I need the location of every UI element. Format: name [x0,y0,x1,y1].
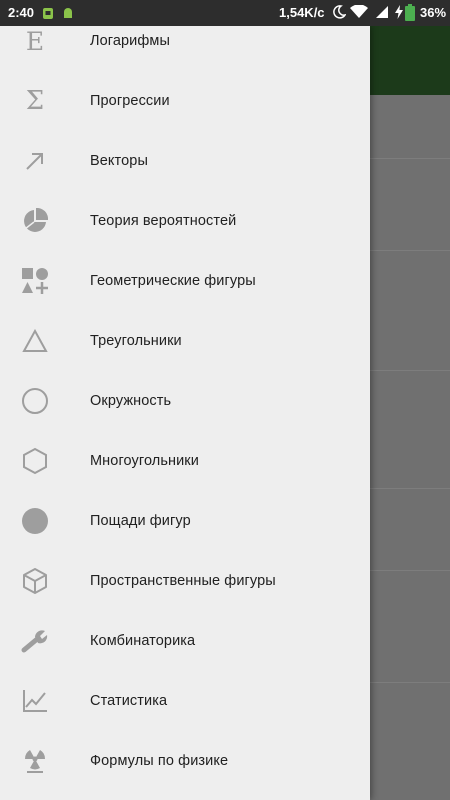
battery-percent: 36% [420,5,447,20]
drawer-item-label: Статистика [90,693,168,709]
arrow-up-right-icon [18,144,52,178]
navigation-drawer: E Логарифмы Σ Прогрессии Векторы Теория … [0,26,370,800]
sigma-glyph: Σ [25,86,45,116]
status-time: 2:40 [8,5,35,20]
drawer-item-label: Векторы [90,153,148,169]
drawer-item-label: Прогрессии [90,93,170,109]
triangle-icon [18,324,52,358]
sigma-icon: Σ [18,84,52,118]
drawer-item-label: Логарифмы [90,33,170,49]
charging-bolt-icon [395,5,403,22]
logarithm-glyph: E [25,26,45,56]
signal-icon [375,5,389,22]
drawer-item-label: Комбинаторика [90,633,196,649]
moon-icon [332,5,347,22]
drawer-item-probability[interactable]: Теория вероятностей [0,191,370,251]
drawer-item-shape-areas[interactable]: Пощади фигур [0,491,370,551]
hexagon-icon [18,444,52,478]
drawer-item-label: Теория вероятностей [90,213,237,229]
background-divider [370,370,450,371]
radioactive-icon [18,744,52,778]
drawer-item-solid-figures[interactable]: Пространственные фигуры [0,551,370,611]
circle-outline-icon [18,384,52,418]
logarithm-icon: E [18,26,52,58]
background-divider [370,250,450,251]
cube-icon [18,564,52,598]
line-chart-icon [18,684,52,718]
drawer-item-vectors[interactable]: Векторы [0,131,370,191]
drawer-item-statistics[interactable]: Статистика [0,671,370,731]
wifi-icon [350,4,368,22]
drawer-item-progressions[interactable]: Σ Прогрессии [0,71,370,131]
drawer-item-geometric-shapes[interactable]: Геометрические фигуры [0,251,370,311]
drawer-item-label: Формулы по физике [90,753,229,769]
drawer-item-label: Окружность [90,393,172,409]
drawer-item-label: Пространственные фигуры [90,573,276,589]
status-bar: 2:40 1,54K/c 36% [0,0,450,26]
background-divider [370,570,450,571]
drawer-item-label: Геометрические фигуры [90,273,256,289]
drawer-item-triangles[interactable]: Треугольники [0,311,370,371]
pie-chart-icon [18,204,52,238]
background-divider [370,158,450,159]
android-notification-icon [42,6,54,20]
drawer-item-logarithms[interactable]: E Логарифмы [0,26,370,71]
drawer-item-label: Пощади фигур [90,513,191,529]
drawer-item-physics-formulas[interactable]: Формулы по физике [0,731,370,791]
background-divider [370,682,450,683]
battery-charging-icon [405,4,415,24]
background-divider [370,488,450,489]
network-speed: 1,54K/c [279,5,325,20]
drawer-item-label: Треугольники [90,333,182,349]
wrench-icon [18,624,52,658]
shapes-icon [18,264,52,298]
drawer-item-circle[interactable]: Окружность [0,371,370,431]
android-notification-icon [62,6,74,20]
drawer-item-polygons[interactable]: Многоугольники [0,431,370,491]
filled-circle-icon [18,504,52,538]
drawer-item-label: Многоугольники [90,453,199,469]
drawer-item-combinatorics[interactable]: Комбинаторика [0,611,370,671]
